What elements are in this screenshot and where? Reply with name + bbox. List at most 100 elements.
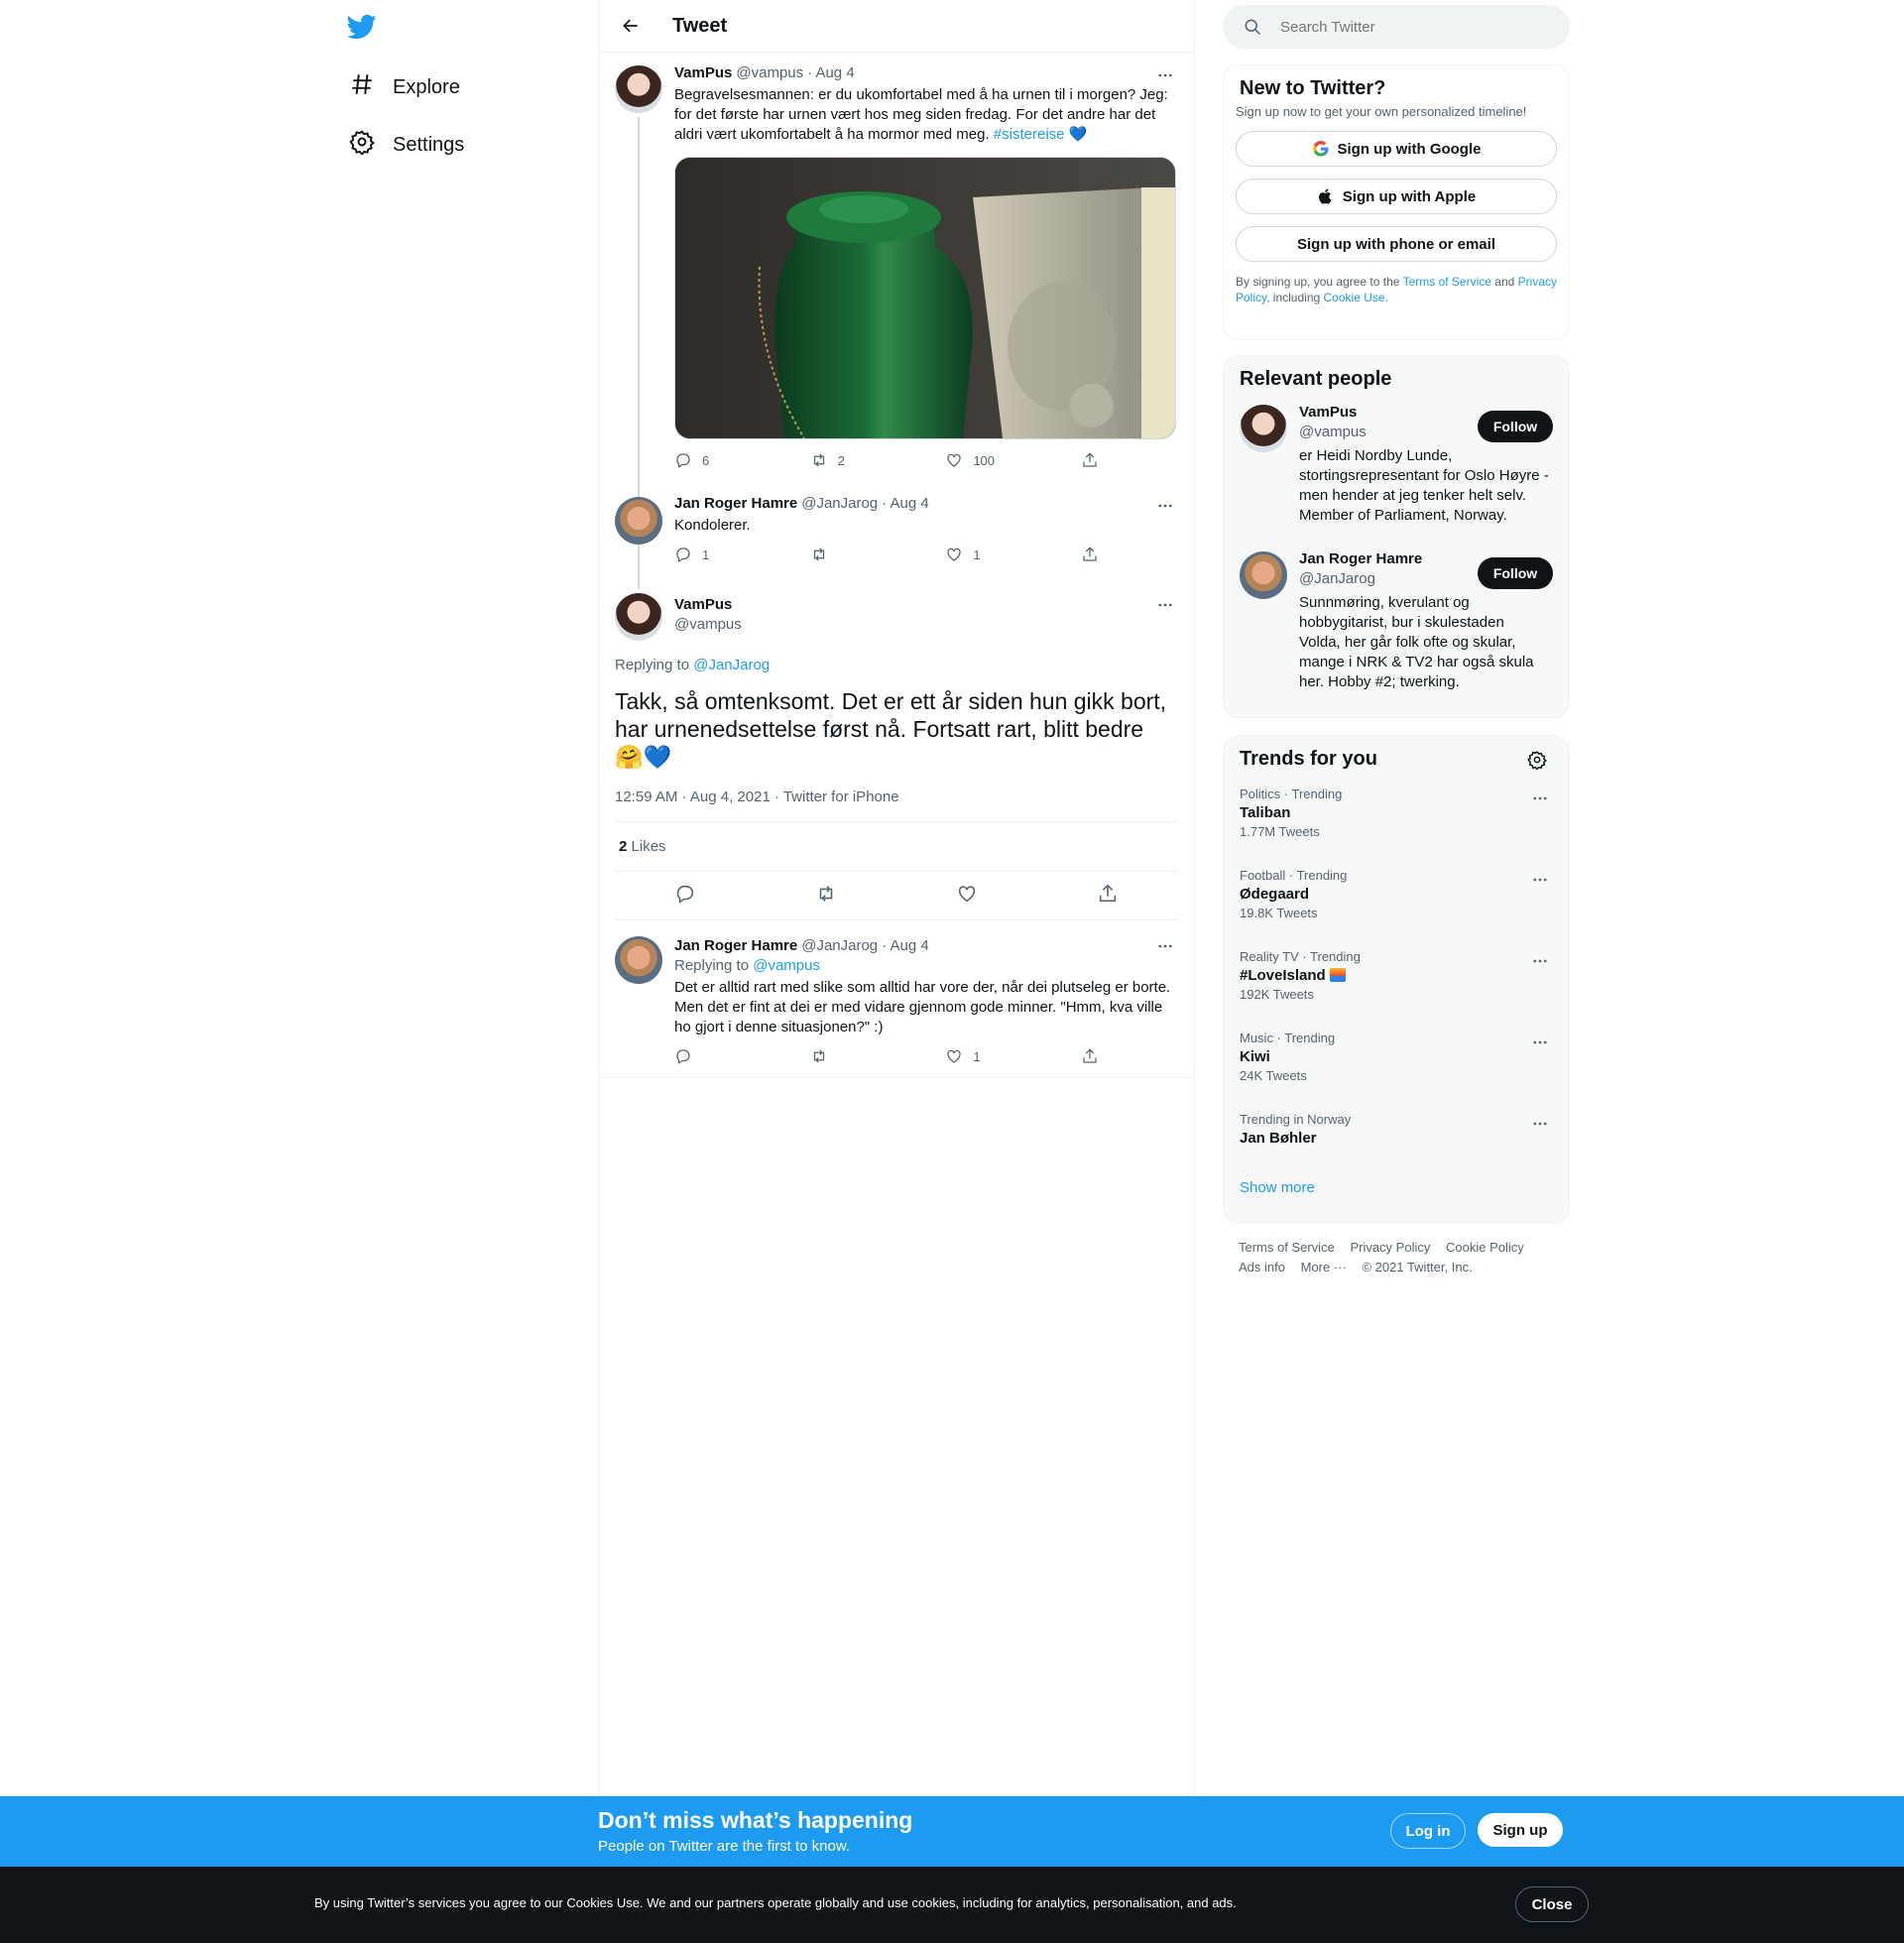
tweet-photo[interactable] — [674, 157, 1176, 439]
retweet-button[interactable] — [810, 546, 870, 563]
heart-icon — [947, 1049, 961, 1063]
trend-name: Kiwi — [1240, 1048, 1270, 1065]
avatar[interactable] — [615, 497, 662, 545]
author-name[interactable]: VamPus — [674, 63, 732, 83]
cookie-use-link[interactable]: Cookie Use. — [1324, 291, 1388, 304]
more-options-button[interactable] — [1527, 1114, 1553, 1134]
trend-item[interactable]: Politics · Trending Taliban 1.77M Tweets — [1224, 775, 1569, 856]
search-box[interactable] — [1223, 5, 1570, 49]
share-button[interactable] — [1097, 883, 1119, 910]
back-button[interactable] — [613, 8, 649, 44]
trend-item[interactable]: Football · Trending Ødegaard 19.8K Tweet… — [1224, 856, 1569, 937]
show-more-link[interactable]: Show more — [1224, 1163, 1569, 1212]
more-icon — [1533, 1040, 1547, 1044]
relevant-people-panel: Relevant people Follow VamPus @vampus er… — [1223, 355, 1570, 718]
tweet-date[interactable]: · Aug 4 — [882, 936, 929, 956]
like-button[interactable]: 100 — [945, 451, 1005, 469]
more-options-button[interactable] — [1527, 789, 1553, 808]
more-options-button[interactable] — [1152, 496, 1178, 516]
thread-tweet-2[interactable]: Jan Roger Hamre @JanJarog · Aug 4 Kondol… — [599, 494, 1194, 589]
nav-settings[interactable]: Settings — [349, 129, 464, 161]
more-options-button[interactable] — [1152, 65, 1178, 85]
footer-more-button[interactable]: More ··· — [1301, 1260, 1347, 1275]
thread-tweet-1[interactable]: VamPus @vampus · Aug 4 Begravelsesmannen… — [599, 63, 1194, 553]
signup-google-button[interactable]: Sign up with Google — [1236, 131, 1557, 167]
trend-category: Trending in Norway — [1240, 1112, 1352, 1127]
share-button[interactable] — [1081, 546, 1101, 563]
reply-button[interactable] — [674, 883, 696, 910]
trend-name: Jan Bøhler — [1240, 1130, 1317, 1147]
retweet-icon — [813, 547, 824, 561]
tweet-date[interactable]: · Aug 4 — [882, 494, 929, 514]
footer-ads-link[interactable]: Ads info — [1239, 1260, 1285, 1275]
avatar[interactable] — [1240, 405, 1287, 452]
tweet-timestamp[interactable]: 12:59 AM · Aug 4, 2021 · Twitter for iPh… — [615, 789, 1178, 822]
trends-settings-button[interactable] — [1527, 750, 1547, 775]
person-card[interactable]: Follow VamPus @vampus er Heidi Nordby Lu… — [1224, 403, 1569, 549]
avatar[interactable] — [615, 65, 662, 113]
more-options-button[interactable] — [1527, 951, 1553, 971]
signup-button[interactable]: Sign up — [1478, 1813, 1563, 1847]
search-icon — [1245, 19, 1261, 36]
login-button[interactable]: Log in — [1390, 1813, 1466, 1849]
tweet-actions: 6 2 100 — [674, 451, 1101, 469]
retweet-button[interactable] — [810, 1047, 870, 1065]
reply-icon — [676, 885, 694, 904]
like-button[interactable] — [956, 883, 978, 910]
more-options-button[interactable] — [1527, 1032, 1553, 1052]
follow-button[interactable]: Follow — [1478, 557, 1553, 589]
avatar[interactable] — [615, 936, 662, 984]
avatar[interactable] — [1240, 551, 1287, 599]
nav-explore[interactable]: Explore — [349, 71, 460, 103]
trend-count: 192K Tweets — [1240, 987, 1314, 1002]
author-name[interactable]: Jan Roger Hamre — [674, 936, 797, 956]
author-handle[interactable]: @vampus — [674, 615, 1178, 635]
trend-item[interactable]: Trending in Norway Jan Bøhler — [1224, 1100, 1569, 1163]
trend-category: Football · Trending — [1240, 868, 1348, 883]
more-options-button[interactable] — [1527, 870, 1553, 890]
signup-phone-button[interactable]: Sign up with phone or email — [1236, 226, 1557, 262]
more-options-button[interactable] — [1152, 595, 1178, 615]
terms-link[interactable]: Terms of Service — [1403, 275, 1491, 289]
author-name[interactable]: VamPus — [674, 595, 1178, 615]
tweet-text: Det er alltid rart med slike som alltid … — [674, 979, 1175, 1035]
author-handle[interactable]: @vampus — [736, 63, 803, 83]
search-input[interactable] — [1278, 17, 1550, 37]
retweet-button[interactable] — [815, 883, 837, 910]
reply-button[interactable]: 1 — [674, 546, 734, 563]
follow-button[interactable]: Follow — [1478, 411, 1553, 442]
author-name[interactable]: Jan Roger Hamre — [674, 494, 797, 514]
replying-to-link[interactable]: @JanJarog — [693, 657, 770, 673]
tweet-date[interactable]: · Aug 4 — [807, 63, 855, 83]
like-button[interactable]: 1 — [945, 1047, 1005, 1065]
signup-apple-button[interactable]: Sign up with Apple — [1236, 179, 1557, 214]
share-button[interactable] — [1081, 451, 1101, 469]
more-icon — [1158, 504, 1172, 508]
twitter-logo-icon[interactable] — [346, 12, 377, 42]
replying-to-link[interactable]: @vampus — [753, 957, 820, 974]
page-header: Tweet — [599, 0, 1194, 53]
footer-privacy-link[interactable]: Privacy Policy — [1350, 1240, 1430, 1255]
footer-cookie-link[interactable]: Cookie Policy — [1446, 1240, 1524, 1255]
reply-tweet[interactable]: Jan Roger Hamre @JanJarog · Aug 4 Replyi… — [599, 924, 1194, 1078]
author-handle[interactable]: @JanJarog — [801, 494, 878, 514]
trend-item[interactable]: Music · Trending Kiwi 24K Tweets — [1224, 1019, 1569, 1100]
footer-terms-link[interactable]: Terms of Service — [1239, 1240, 1335, 1255]
retweet-button[interactable]: 2 — [810, 451, 870, 469]
hashtag-icon — [349, 71, 375, 103]
share-button[interactable] — [1081, 1047, 1101, 1065]
focused-tweet-actions — [615, 872, 1178, 920]
reply-button[interactable] — [674, 1047, 734, 1065]
cookie-close-button[interactable]: Close — [1515, 1886, 1589, 1922]
avatar[interactable] — [615, 593, 662, 641]
author-handle[interactable]: @JanJarog — [801, 936, 878, 956]
likes-summary[interactable]: 2 Likes — [615, 822, 1178, 872]
retweet-count: 2 — [837, 452, 845, 468]
reply-button[interactable]: 6 — [674, 451, 734, 469]
person-card[interactable]: Follow Jan Roger Hamre @JanJarog Sunnmør… — [1224, 549, 1569, 696]
reply-icon — [676, 453, 690, 468]
more-options-button[interactable] — [1152, 936, 1178, 956]
hashtag-link[interactable]: #sistereise — [994, 126, 1065, 143]
trend-item[interactable]: Reality TV · Trending #LoveIsland 192K T… — [1224, 937, 1569, 1019]
like-button[interactable]: 1 — [945, 546, 1005, 563]
